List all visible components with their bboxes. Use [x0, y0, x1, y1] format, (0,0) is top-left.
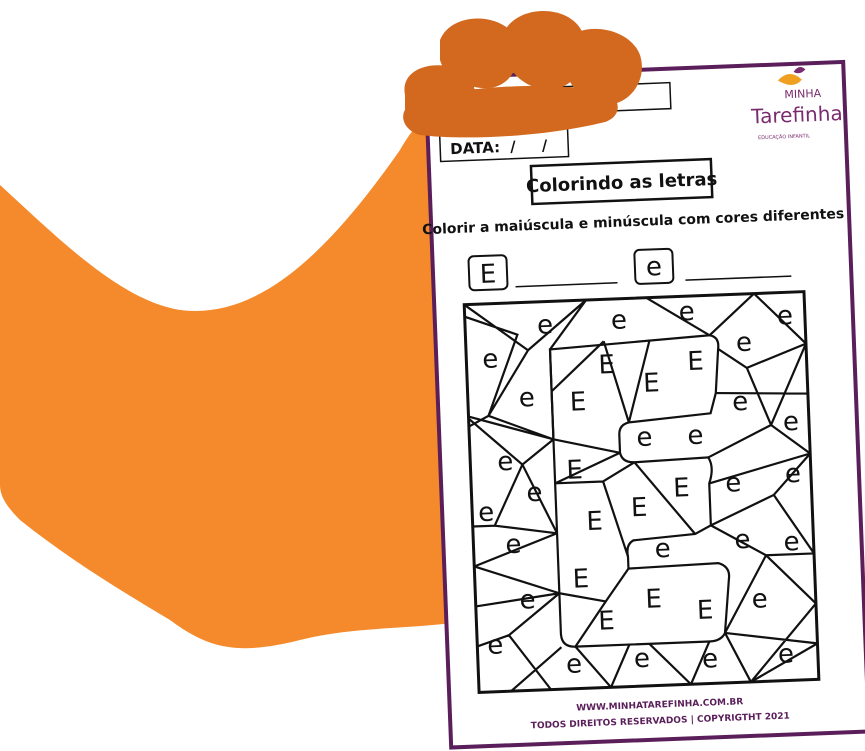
mosaic-uppercase-e: E — [572, 564, 590, 595]
date-slashes: / / — [510, 136, 548, 155]
mosaic-uppercase-e: E — [586, 507, 604, 538]
worksheet-page: DATA: / / MINHA Tarefinha EDUCAÇÃO INFAN… — [403, 10, 865, 750]
mosaic-uppercase-e: E — [696, 595, 714, 626]
mosaic-lowercase-e: e — [776, 301, 793, 332]
mosaic-lowercase-e: e — [654, 534, 671, 565]
mosaic-lowercase-e: e — [783, 527, 800, 558]
date-label: DATA: — [450, 138, 501, 158]
mosaic-uppercase-e: E — [645, 584, 663, 615]
mosaic-lowercase-e: e — [732, 387, 749, 418]
lowercase-letter: e — [645, 252, 662, 283]
mosaic-uppercase-e: E — [643, 368, 661, 399]
mosaic-lowercase-e: e — [636, 423, 653, 454]
mosaic-lowercase-e: e — [687, 421, 704, 452]
mosaic-lowercase-e: e — [478, 498, 495, 529]
mosaic-lowercase-e: e — [505, 530, 522, 561]
mosaic-lowercase-e: e — [777, 639, 794, 670]
uppercase-letter: E — [479, 259, 497, 290]
hand-illustration — [403, 10, 642, 138]
mosaic-uppercase-e: E — [673, 473, 691, 504]
mosaic-lowercase-e: e — [751, 584, 768, 615]
mosaic-lowercase-e: e — [497, 447, 514, 478]
mosaic-lowercase-e: e — [678, 297, 695, 328]
mosaic-uppercase-e: E — [598, 606, 616, 637]
mosaic-lowercase-e: e — [784, 459, 801, 490]
mosaic-lowercase-e: e — [566, 649, 583, 680]
mosaic-lowercase-e: e — [487, 630, 504, 661]
mosaic-lowercase-e: e — [735, 328, 752, 359]
mosaic-lowercase-e: e — [537, 310, 554, 341]
mosaic-lowercase-e: e — [518, 383, 535, 414]
mosaic-lowercase-e: e — [701, 644, 718, 675]
mosaic-lowercase-e: e — [610, 305, 627, 336]
logo-line1: MINHA — [784, 87, 822, 101]
mosaic-lowercase-e: e — [526, 478, 543, 509]
mosaic-uppercase-e: E — [630, 493, 648, 524]
mosaic-uppercase-e: E — [598, 350, 616, 381]
mosaic-lowercase-e: e — [519, 585, 536, 616]
mosaic-uppercase-e: E — [566, 455, 584, 486]
mosaic-lowercase-e: e — [633, 644, 650, 675]
mosaic-lowercase-e: e — [725, 468, 742, 499]
mosaic-lowercase-e: e — [734, 525, 751, 556]
mosaic-lowercase-e: e — [482, 344, 499, 375]
mosaic-uppercase-e: E — [569, 387, 587, 418]
logo-line2: Tarefinha — [750, 101, 843, 129]
mosaic-uppercase-e: E — [687, 347, 705, 378]
mosaic-lowercase-e: e — [782, 407, 799, 438]
